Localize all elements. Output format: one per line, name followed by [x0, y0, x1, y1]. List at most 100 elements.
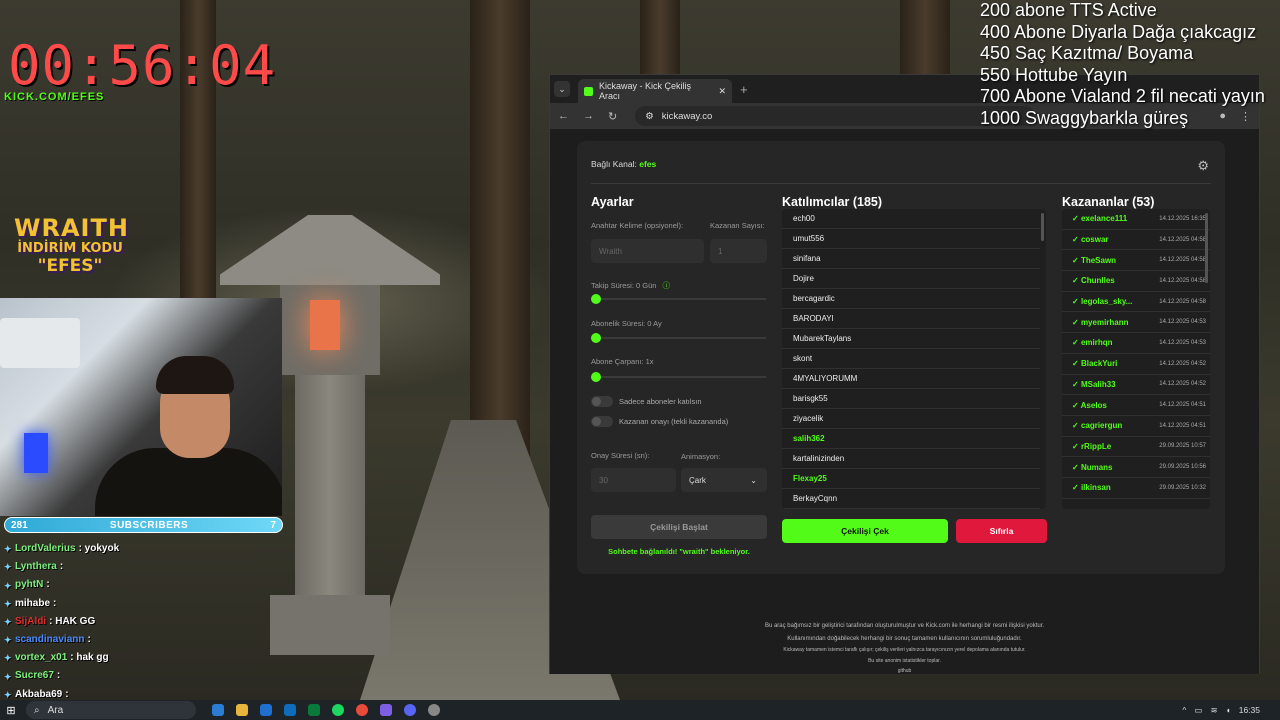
check-icon: ✓	[1072, 379, 1081, 389]
info-icon[interactable]: ⓘ	[663, 281, 671, 290]
footer-disclaimer: Kullanımından doğabilecek herhangi bir s…	[787, 636, 1022, 642]
wifi-icon[interactable]: ≋	[1210, 705, 1217, 716]
badge-icon: ✦	[4, 598, 12, 609]
slider-knob[interactable]	[591, 294, 601, 304]
subscriber-count: 281	[11, 519, 28, 531]
excel-icon[interactable]	[308, 704, 320, 716]
winner-username: coswar	[1080, 235, 1109, 245]
tree-trunk	[470, 0, 530, 460]
site-info-icon[interactable]: ⚙	[645, 111, 654, 122]
slider-knob[interactable]	[591, 333, 601, 343]
chat-username: vortex_x01	[15, 652, 68, 664]
start-giveaway-button[interactable]: Çekilişi Başlat	[591, 515, 767, 539]
winner-row: ✓ coswar 14.12.2025 04:58	[1062, 230, 1210, 251]
close-tab-icon[interactable]: ✕	[718, 86, 726, 97]
participant-row: sinifana	[782, 249, 1040, 269]
chat-message: ✦ LordValerius: yokyok	[4, 540, 304, 558]
volume-icon[interactable]: ◖	[1226, 705, 1231, 715]
winner-username: BlackYuri	[1080, 359, 1118, 369]
winner-name: ✓ BlackYuri	[1072, 359, 1155, 368]
url-field[interactable]: ⚙ kickaway.co	[635, 106, 1036, 126]
edge-icon[interactable]	[212, 704, 224, 716]
participant-row: 4MYALIYORUMM	[782, 369, 1040, 389]
participant-row: BerkayCqnn	[782, 489, 1040, 509]
winner-username: Numans	[1080, 462, 1113, 472]
check-icon: ✓	[1072, 400, 1081, 410]
badge-icon: ✦	[4, 635, 12, 646]
keyword-input[interactable]: Wraith	[591, 239, 704, 263]
winner-count-input[interactable]: 1	[710, 239, 767, 263]
follow-duration-slider[interactable]	[591, 294, 766, 304]
taskbar-apps	[212, 704, 440, 716]
participant-row: ziyacelik	[782, 409, 1040, 429]
winners-list[interactable]: ✓ exelance111 14.12.2025 16:35 ✓ coswar 14.…	[1062, 209, 1210, 509]
chat-message: ✦ Lynthera:	[4, 558, 304, 576]
taskbar: ⊞ ⌕ Ara ^ ▭ ≋ ◖ 16:35	[0, 700, 1280, 720]
goal-item: 400 Abone Diyarla Dağa çıakcagız	[980, 21, 1257, 42]
chrome-icon[interactable]	[356, 704, 368, 716]
app-icon[interactable]	[428, 704, 440, 716]
forward-arrow-icon[interactable]: →	[583, 110, 594, 122]
reload-icon[interactable]: ↻	[608, 110, 617, 123]
badge-icon: ✦	[4, 616, 12, 627]
chat-username: scandinaviann	[15, 634, 85, 646]
settings-title: Ayarlar	[591, 195, 634, 209]
sub-multiplier-slider[interactable]	[591, 372, 766, 382]
winner-name: ✓ Chunlles	[1072, 276, 1155, 285]
subscriber-goal: 7	[270, 519, 276, 531]
stream-timer: 00:56:04	[8, 34, 277, 97]
check-icon: ✓	[1072, 421, 1081, 431]
scrollbar[interactable]	[1041, 213, 1044, 241]
outlook-icon[interactable]	[284, 704, 296, 716]
winner-confirm-toggle[interactable]	[591, 416, 613, 427]
scrollbar[interactable]	[1205, 213, 1208, 283]
spotify-icon[interactable]	[332, 704, 344, 716]
winner-row: ✓ TheSawn 14.12.2025 04:58	[1062, 250, 1210, 272]
github-link[interactable]: github	[550, 668, 1259, 674]
gear-icon[interactable]: ⚙	[1197, 158, 1209, 174]
chevron-up-icon[interactable]: ^	[1182, 705, 1186, 715]
winner-name: ✓ myemirhann	[1072, 318, 1155, 327]
animation-select[interactable]: Çark ⌄	[681, 468, 767, 492]
subs-only-toggle[interactable]	[591, 396, 613, 407]
check-icon: ✓	[1072, 462, 1081, 472]
winner-date: 14.12.2025 04:53	[1159, 319, 1206, 326]
winner-name: ✓ Numans	[1072, 463, 1155, 472]
new-tab-button[interactable]: +	[740, 82, 748, 97]
chat-username: SijAldi	[15, 615, 47, 627]
sub-goals-list: 200 abone TTS Active 400 Abone Diyarla D…	[980, 0, 1265, 129]
discord-icon[interactable]	[404, 704, 416, 716]
tab-search-button[interactable]: ⌄	[554, 81, 570, 97]
giveaway-card: Bağlı Kanal: efes ⚙ Ayarlar Anahtar Keli…	[577, 141, 1225, 574]
slider-knob[interactable]	[591, 372, 601, 382]
follow-duration-text: Takip Süresi: 0 Gün	[591, 281, 657, 290]
draw-button[interactable]: Çekilişi Çek	[782, 519, 948, 543]
chat-message: ✦ scandinaviann:	[4, 631, 304, 649]
back-arrow-icon[interactable]: ←	[558, 110, 569, 122]
participants-list[interactable]: ech00 umut556 sinifana Dojire bercagardic BAR…	[782, 209, 1046, 509]
goal-item: 1000 Swaggybarkla güreş	[980, 107, 1189, 128]
reset-button[interactable]: Sıfırla	[956, 519, 1047, 543]
chat-text: :	[56, 670, 61, 682]
store-icon[interactable]	[260, 704, 272, 716]
tab-title: Kickaway - Kick Çekiliş Aracı	[599, 81, 692, 101]
clock[interactable]: 16:35	[1239, 705, 1260, 715]
winner-name: ✓ MSalih33	[1072, 380, 1155, 389]
winner-row: ✓ rRippLe 29.09.2025 10:57	[1062, 437, 1210, 458]
webcam-overlay	[0, 298, 282, 516]
chat-text: : yokyok	[78, 543, 120, 554]
windows-start-icon[interactable]: ⊞	[0, 700, 22, 720]
taskbar-search[interactable]: ⌕ Ara	[26, 701, 196, 719]
winner-name: ✓ legolas_sky...	[1072, 297, 1155, 306]
tab-kickaway[interactable]: Kickaway - Kick Çekiliş Aracı ✕	[578, 79, 732, 103]
check-icon: ✓	[1072, 441, 1081, 451]
confirm-time-input[interactable]: 30	[591, 468, 676, 492]
obs-icon[interactable]	[380, 704, 392, 716]
sub-duration-slider[interactable]	[591, 333, 766, 343]
network-icon[interactable]: ▭	[1194, 705, 1202, 716]
sub-multiplier-label: Abone Çarpanı: 1x	[591, 357, 654, 366]
file-explorer-icon[interactable]	[236, 704, 248, 716]
chat-message: ✦ vortex_x01: hak gg	[4, 649, 304, 667]
connected-channel: Bağlı Kanal: efes	[591, 159, 656, 169]
winner-username: rRippLe	[1080, 441, 1112, 451]
